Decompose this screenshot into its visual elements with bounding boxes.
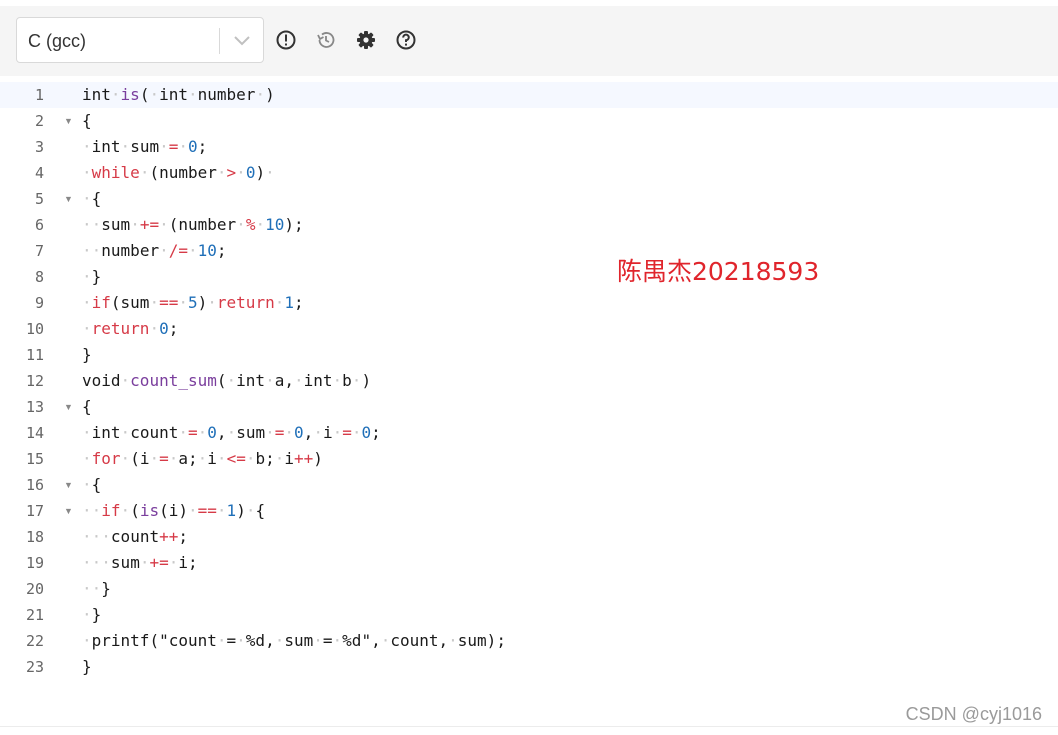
code-line[interactable]: 3 ·int·sum·=·0;: [0, 134, 1058, 160]
code-text[interactable]: ·return·0;: [82, 316, 178, 342]
code-line[interactable]: 11}: [0, 342, 1058, 368]
code-line[interactable]: 10 ·return·0;: [0, 316, 1058, 342]
fold-toggle-icon[interactable]: ▼: [64, 186, 73, 212]
code-text[interactable]: ··sum·+=·(number·%·10);: [82, 212, 304, 238]
line-number: 15: [25, 450, 44, 468]
line-number: 8: [34, 268, 44, 286]
code-line[interactable]: 15 ·for·(i·=·a;·i·<=·b;·i++): [0, 446, 1058, 472]
line-number: 17: [25, 502, 44, 520]
line-number: 9: [34, 294, 44, 312]
code-text[interactable]: void·count_sum(·int·a,·int·b·): [82, 368, 371, 394]
code-line[interactable]: 1 int·is(·int·number·): [0, 82, 1058, 108]
line-number: 11: [25, 346, 44, 364]
line-number: 14: [25, 424, 44, 442]
code-text[interactable]: ·while·(number·>·0)·: [82, 160, 275, 186]
gear-icon[interactable]: [355, 29, 377, 51]
select-divider: [219, 28, 220, 54]
code-line[interactable]: 16 ▼ ·{: [0, 472, 1058, 498]
fold-toggle-icon[interactable]: ▼: [64, 472, 73, 498]
code-text[interactable]: ···count++;: [82, 524, 188, 550]
line-number: 16: [25, 476, 44, 494]
author-annotation: 陈禺杰20218593: [617, 257, 820, 286]
exclamation-icon[interactable]: [275, 29, 297, 51]
code-line[interactable]: 21 ·}: [0, 602, 1058, 628]
help-icon[interactable]: [395, 29, 417, 51]
line-number: 10: [25, 320, 44, 338]
code-line[interactable]: 9 ·if(sum·==·5)·return·1;: [0, 290, 1058, 316]
code-line[interactable]: 6 ··sum·+=·(number·%·10);: [0, 212, 1058, 238]
line-number: 23: [25, 658, 44, 676]
code-text[interactable]: ·int·sum·=·0;: [82, 134, 207, 160]
code-line[interactable]: 19 ···sum·+=·i;: [0, 550, 1058, 576]
line-number: 3: [34, 138, 44, 156]
code-line[interactable]: 18 ···count++;: [0, 524, 1058, 550]
line-number: 2: [34, 112, 44, 130]
line-number: 6: [34, 216, 44, 234]
code-line[interactable]: 4 ·while·(number·>·0)·: [0, 160, 1058, 186]
line-number: 12: [25, 372, 44, 390]
line-number: 1: [34, 86, 44, 104]
code-editor[interactable]: 1 int·is(·int·number·) 2 ▼ {3 ·int·sum·=·0; 4 ·…: [0, 82, 1058, 687]
code-text[interactable]: {: [82, 108, 92, 134]
code-text[interactable]: {: [82, 394, 92, 420]
code-line[interactable]: 23}: [0, 654, 1058, 680]
code-text[interactable]: ·int·count·=·0,·sum·=·0,·i·=·0;: [82, 420, 381, 446]
code-line[interactable]: 8 ·}: [0, 264, 1058, 290]
code-line[interactable]: 22 ·printf("count·=·%d,·sum·=·%d",·count,…: [0, 628, 1058, 654]
line-number: 4: [34, 164, 44, 182]
fold-toggle-icon[interactable]: ▼: [64, 108, 73, 134]
code-line[interactable]: 17 ▼ ··if·(is(i)·==·1)·{: [0, 498, 1058, 524]
code-text[interactable]: ··if·(is(i)·==·1)·{: [82, 498, 265, 524]
line-number: 5: [34, 190, 44, 208]
code-line[interactable]: 20 ··}: [0, 576, 1058, 602]
code-text[interactable]: ···sum·+=·i;: [82, 550, 198, 576]
line-number: 7: [34, 242, 44, 260]
line-number: 21: [25, 606, 44, 624]
line-number: 13: [25, 398, 44, 416]
code-text[interactable]: int·is(·int·number·): [82, 82, 275, 108]
code-text[interactable]: ··}: [82, 576, 111, 602]
history-icon[interactable]: [315, 29, 337, 51]
code-text[interactable]: ·printf("count·=·%d,·sum·=·%d",·count,·s…: [82, 628, 506, 654]
line-number: 19: [25, 554, 44, 572]
chevron-down-icon[interactable]: [231, 32, 253, 50]
code-text[interactable]: ·for·(i·=·a;·i·<=·b;·i++): [82, 446, 323, 472]
code-text[interactable]: }: [82, 342, 92, 368]
code-text[interactable]: ·}: [82, 602, 101, 628]
editor-toolbar: C (gcc): [0, 6, 1058, 76]
line-number: 22: [25, 632, 44, 650]
divider: [0, 726, 1058, 727]
code-line[interactable]: 7 ··number·/=·10;: [0, 238, 1058, 264]
csdn-watermark: CSDN @cyj1016: [905, 704, 1042, 724]
code-line[interactable]: 5 ▼ ·{: [0, 186, 1058, 212]
fold-toggle-icon[interactable]: ▼: [64, 498, 73, 524]
code-text[interactable]: ·}: [82, 264, 101, 290]
language-select[interactable]: C (gcc): [16, 17, 264, 63]
code-line[interactable]: 13 ▼ {: [0, 394, 1058, 420]
code-line[interactable]: 2 ▼ {: [0, 108, 1058, 134]
code-text[interactable]: ·{: [82, 186, 101, 212]
code-line[interactable]: 14 ·int·count·=·0,·sum·=·0,·i·=·0;: [0, 420, 1058, 446]
line-number: 20: [25, 580, 44, 598]
line-number: 18: [25, 528, 44, 546]
code-line[interactable]: 12 void·count_sum(·int·a,·int·b·): [0, 368, 1058, 394]
code-text[interactable]: ·if(sum·==·5)·return·1;: [82, 290, 304, 316]
code-text[interactable]: }: [82, 654, 92, 680]
language-select-value: C (gcc): [28, 31, 86, 51]
code-text[interactable]: ··number·/=·10;: [82, 238, 227, 264]
code-text[interactable]: ·{: [82, 472, 101, 498]
fold-toggle-icon[interactable]: ▼: [64, 394, 73, 420]
